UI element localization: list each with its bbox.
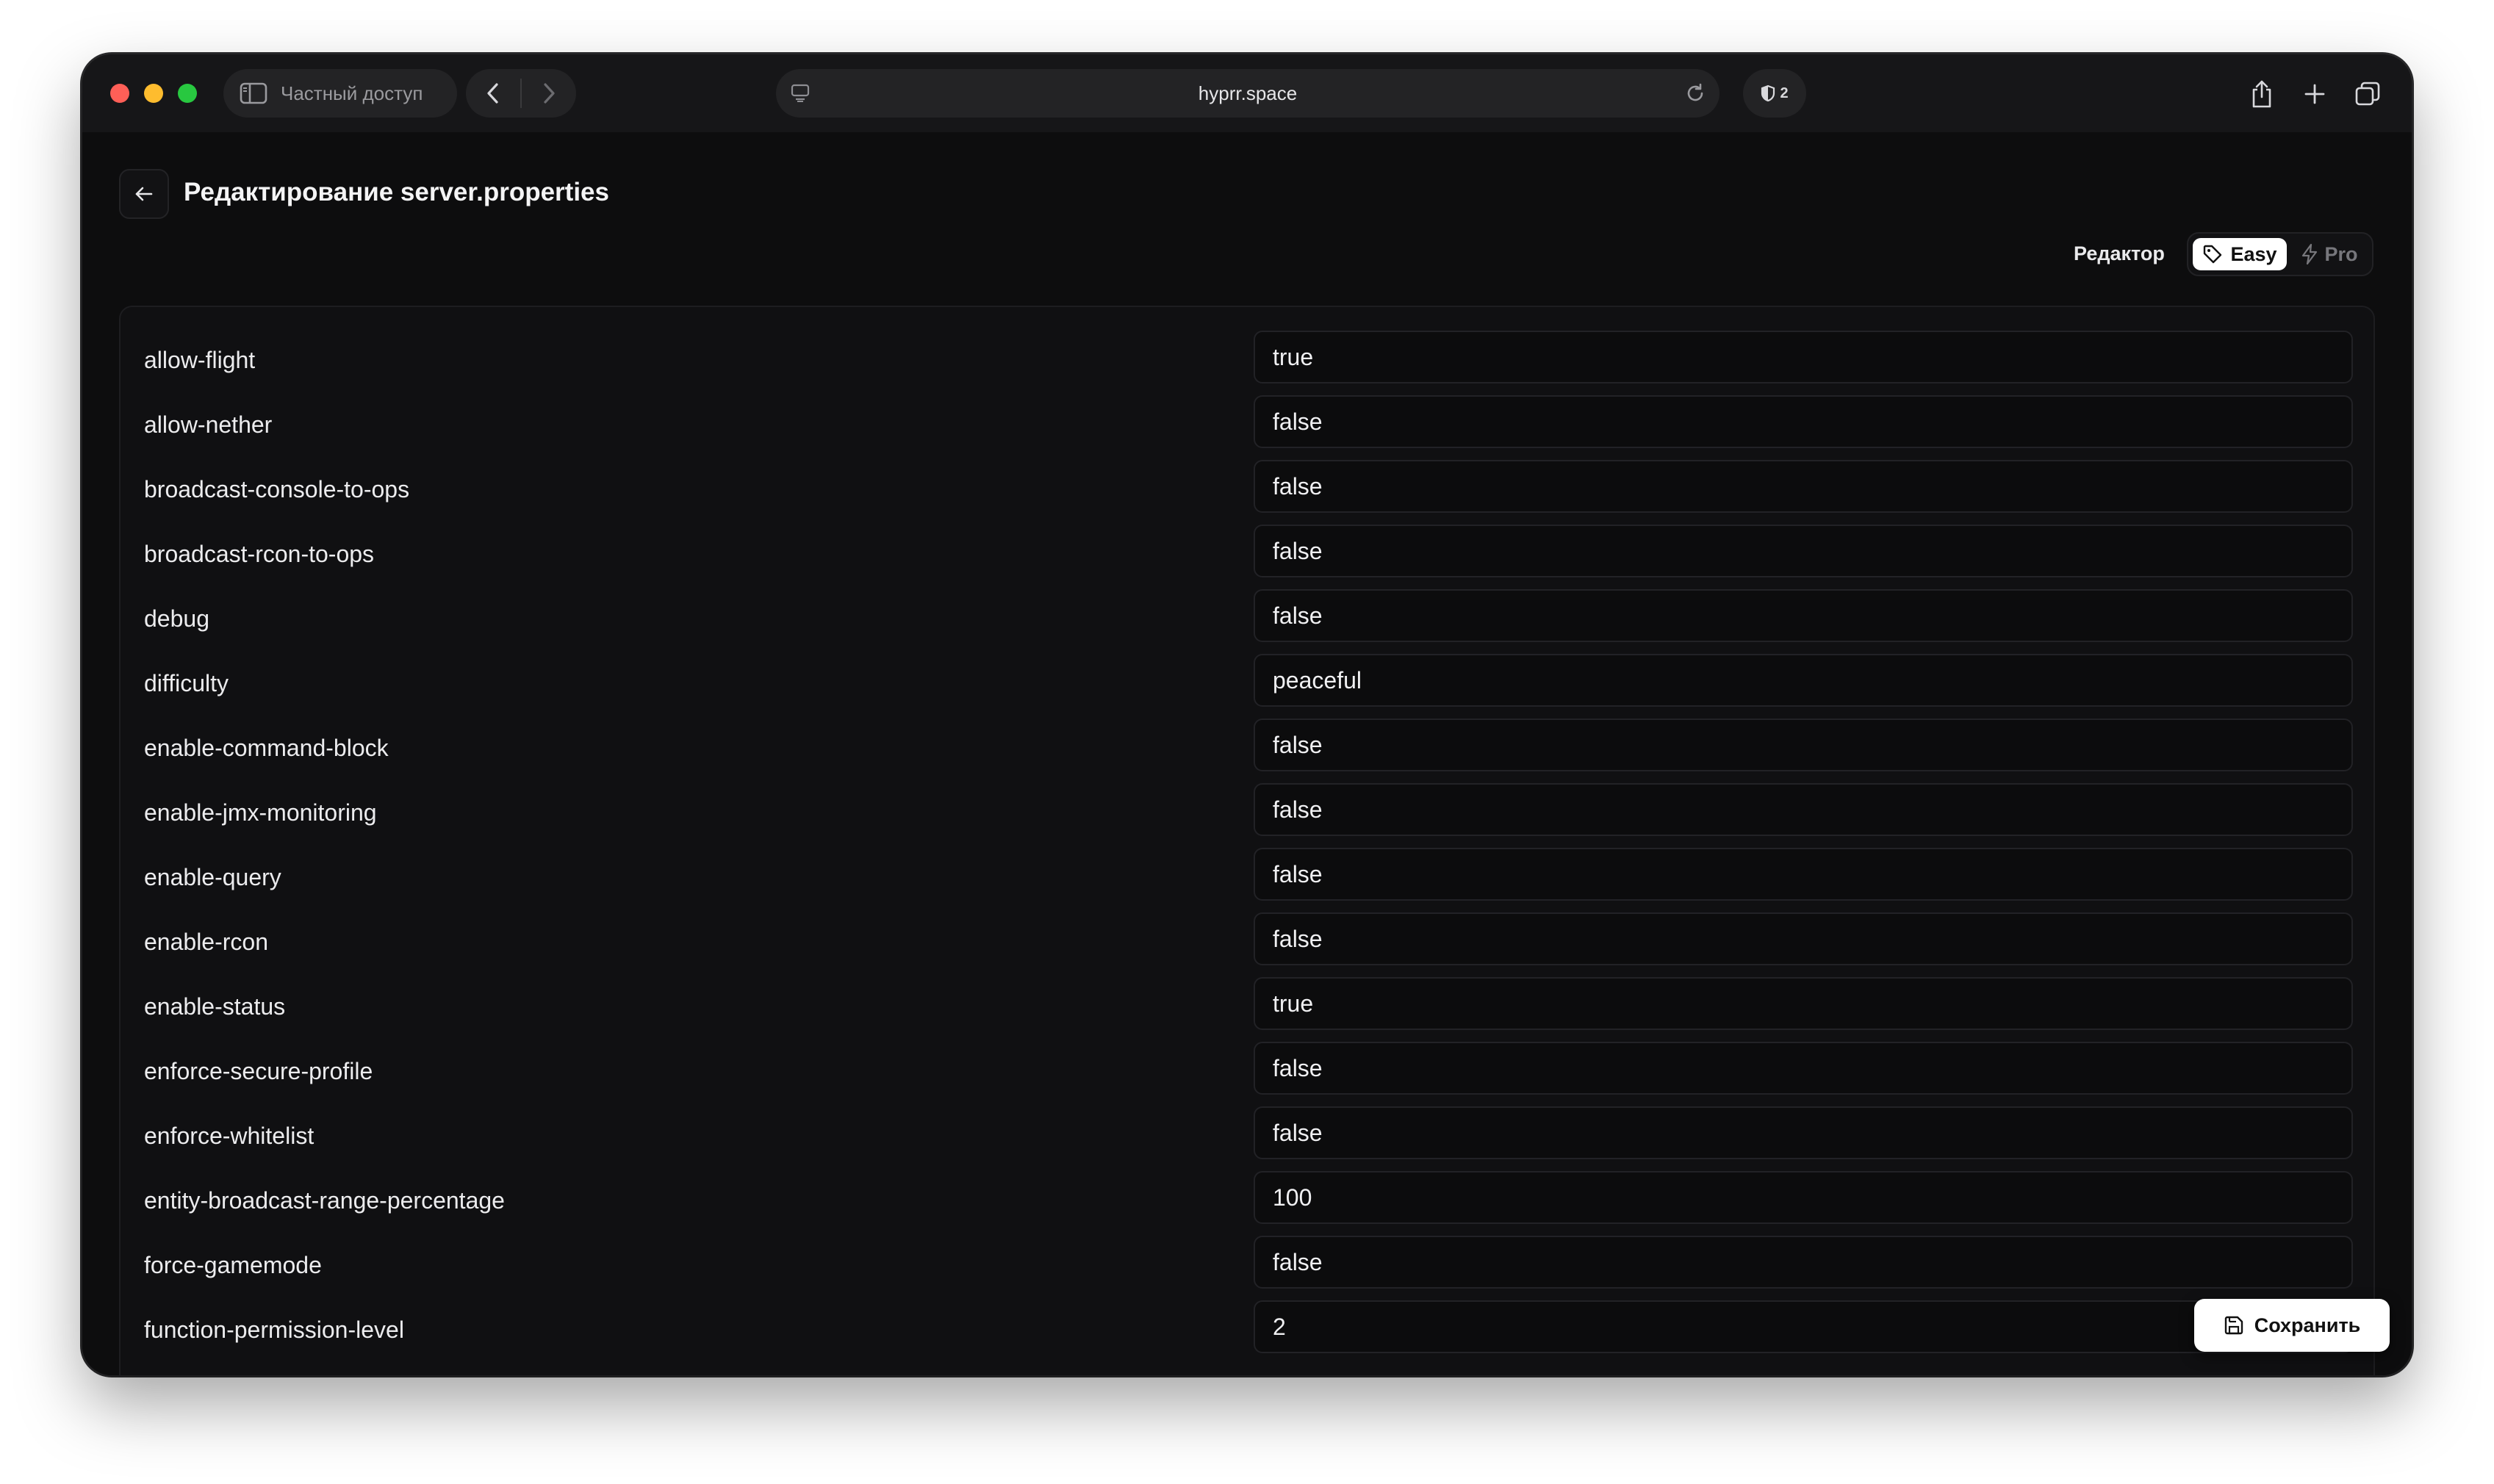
- browser-window: Частный доступ hyprr.space 2 Редактирова…: [82, 54, 2412, 1375]
- property-row: enable-query false: [121, 848, 2373, 912]
- property-value-input[interactable]: false: [1254, 395, 2353, 448]
- property-value-input[interactable]: true: [1254, 977, 2353, 1030]
- share-icon: [2252, 80, 2271, 108]
- property-row: entity-broadcast-range-percentage 100: [121, 1171, 2373, 1236]
- tag-icon: [2204, 245, 2222, 264]
- tabs-icon: [2355, 82, 2380, 106]
- floppy-disk-icon: [2224, 1316, 2243, 1335]
- plus-icon: [2304, 84, 2325, 104]
- reload-icon[interactable]: [1684, 82, 1706, 104]
- property-row: enable-rcon false: [121, 912, 2373, 977]
- property-row: allow-nether false: [121, 395, 2373, 460]
- save-button-label: Сохранить: [2254, 1314, 2361, 1336]
- property-row: allow-flight true: [121, 331, 2373, 395]
- property-row: force-gamemode false: [121, 1236, 2373, 1300]
- property-value-input[interactable]: peaceful: [1254, 654, 2353, 707]
- property-row: enable-jmx-monitoring false: [121, 783, 2373, 848]
- property-value-input[interactable]: false: [1254, 1106, 2353, 1159]
- minimize-window-button[interactable]: [144, 84, 163, 103]
- close-window-button[interactable]: [110, 84, 129, 103]
- property-row: broadcast-rcon-to-ops false: [121, 525, 2373, 589]
- mode-easy-label: Easy: [2230, 242, 2277, 265]
- browser-toolbar: Частный доступ hyprr.space 2: [82, 54, 2412, 132]
- property-row: difficulty peaceful: [121, 654, 2373, 718]
- zoom-window-button[interactable]: [178, 84, 197, 103]
- back-nav-button[interactable]: [466, 69, 520, 118]
- editor-mode-label: Редактор: [2074, 242, 2165, 264]
- property-row: enforce-secure-profile false: [121, 1042, 2373, 1106]
- property-value-input[interactable]: false: [1254, 718, 2353, 771]
- save-button[interactable]: Сохранить: [2194, 1299, 2390, 1352]
- sidebar-toggle-button[interactable]: Частный доступ: [223, 69, 457, 118]
- property-key: allow-flight: [144, 347, 256, 373]
- property-row: function-permission-level 2: [121, 1300, 2373, 1365]
- mode-pro-button[interactable]: Pro: [2293, 238, 2366, 270]
- property-value-input[interactable]: false: [1254, 848, 2353, 901]
- property-value-input[interactable]: false: [1254, 1236, 2353, 1289]
- property-key: enforce-secure-profile: [144, 1058, 373, 1084]
- property-value-input[interactable]: false: [1254, 525, 2353, 577]
- property-value-input[interactable]: false: [1254, 1042, 2353, 1095]
- lightning-icon: [2302, 243, 2318, 265]
- page-menu-icon[interactable]: [791, 84, 810, 103]
- editor-mode-switch: Easy Pro: [2187, 232, 2373, 276]
- property-key: function-permission-level: [144, 1316, 404, 1343]
- property-key: enable-jmx-monitoring: [144, 799, 377, 826]
- mode-easy-button[interactable]: Easy: [2193, 238, 2287, 270]
- property-key: broadcast-rcon-to-ops: [144, 541, 375, 567]
- property-row: debug false: [121, 589, 2373, 654]
- property-key: enable-command-block: [144, 735, 389, 761]
- address-bar[interactable]: hyprr.space: [776, 69, 1719, 118]
- property-key: force-gamemode: [144, 1252, 322, 1278]
- property-value-input[interactable]: 100: [1254, 1171, 2353, 1224]
- property-row: enable-command-block false: [121, 718, 2373, 783]
- privacy-count: 2: [1780, 84, 1789, 101]
- property-value-input[interactable]: false: [1254, 912, 2353, 965]
- back-button[interactable]: [119, 169, 169, 219]
- properties-form: allow-flight true allow-nether false broadca…: [119, 306, 2375, 1375]
- shield-icon: [1761, 84, 1775, 102]
- arrow-left-icon: [135, 187, 153, 201]
- property-value-input[interactable]: false: [1254, 460, 2353, 513]
- property-key: entity-broadcast-range-percentage: [144, 1187, 505, 1214]
- property-row: enforce-whitelist false: [121, 1106, 2373, 1171]
- sidebar-icon: [240, 82, 267, 104]
- property-value-input[interactable]: 2: [1254, 1300, 2353, 1353]
- page-content: Редактирование server.properties Редакто…: [82, 132, 2412, 1375]
- navigation-buttons: [466, 69, 576, 118]
- page-title: Редактирование server.properties: [184, 178, 609, 206]
- new-tab-button[interactable]: [2299, 78, 2331, 110]
- share-button[interactable]: [2246, 78, 2278, 110]
- chevron-left-icon: [487, 83, 498, 104]
- forward-nav-button[interactable]: [522, 69, 576, 118]
- property-key: enforce-whitelist: [144, 1123, 315, 1149]
- property-key: broadcast-console-to-ops: [144, 476, 410, 503]
- url-text: hyprr.space: [1198, 82, 1298, 104]
- property-row: broadcast-console-to-ops false: [121, 460, 2373, 525]
- property-row: enable-status true: [121, 977, 2373, 1042]
- property-value-input[interactable]: true: [1254, 331, 2353, 383]
- chevron-right-icon: [544, 83, 555, 104]
- mode-pro-label: Pro: [2324, 242, 2358, 265]
- property-key: enable-rcon: [144, 929, 268, 955]
- tab-overview-button[interactable]: [2351, 78, 2384, 110]
- property-key: enable-status: [144, 993, 286, 1020]
- property-value-input[interactable]: false: [1254, 589, 2353, 642]
- property-key: debug: [144, 605, 209, 632]
- property-key: difficulty: [144, 670, 229, 696]
- property-key: enable-query: [144, 864, 281, 890]
- private-browsing-label: Частный доступ: [281, 82, 423, 104]
- privacy-report-button[interactable]: 2: [1743, 69, 1806, 118]
- property-key: allow-nether: [144, 411, 273, 438]
- property-value-input[interactable]: false: [1254, 783, 2353, 836]
